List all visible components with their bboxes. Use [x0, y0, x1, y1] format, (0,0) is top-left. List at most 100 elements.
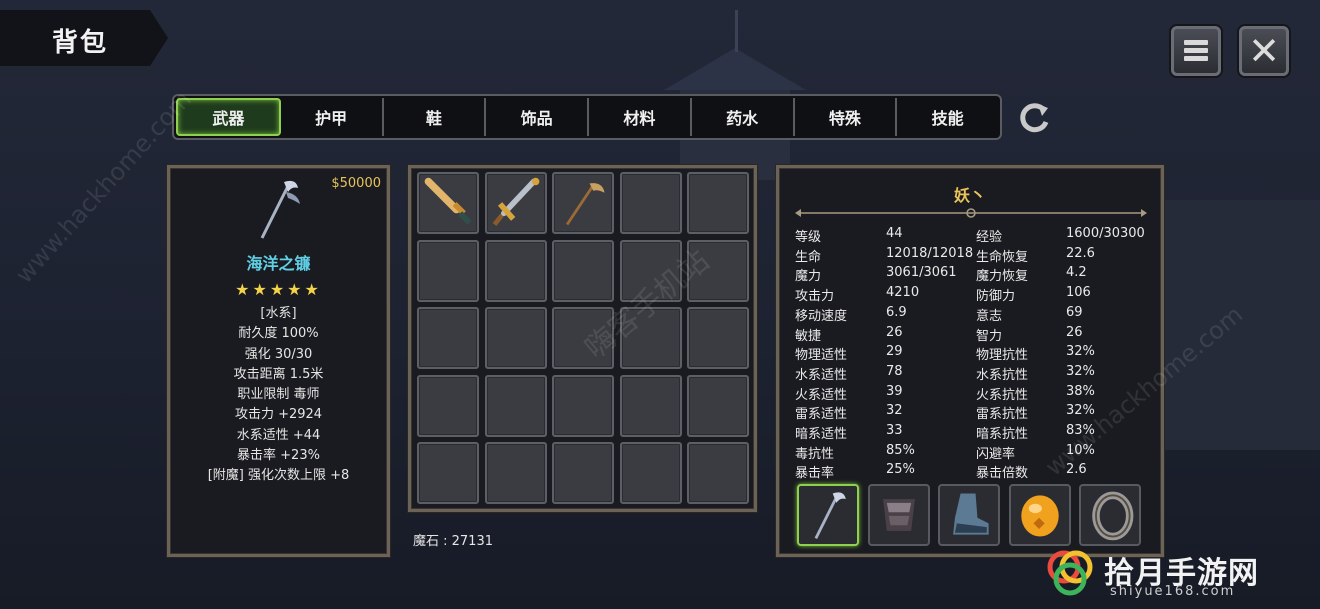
stat-value: 6.9 [886, 304, 907, 320]
inventory-slot[interactable] [417, 172, 479, 234]
stat-value: 32% [1066, 403, 1095, 419]
stat-value: 44 [886, 226, 903, 241]
inventory-panel [408, 165, 757, 512]
menu-button[interactable] [1171, 26, 1221, 76]
stat-label: 水系适性 [795, 367, 848, 383]
chest-armor-icon [870, 486, 928, 548]
scythe-icon [554, 174, 612, 236]
inventory-slot[interactable] [552, 442, 614, 504]
castle-wall-silhouette [1165, 200, 1320, 450]
inventory-slot[interactable] [484, 239, 547, 302]
inventory-slot[interactable] [619, 442, 682, 504]
character-stats-panel: 妖丶 等级 44 经验 1600/30300 生命 12018/12018 生命恢复 22.6… [776, 165, 1164, 557]
item-price: $50000 [331, 176, 381, 191]
stat-label: 物理抗性 [976, 348, 1029, 364]
item-attribute: 攻击力 +2924 [234, 407, 323, 423]
equipment-slot[interactable] [797, 484, 859, 546]
stat-label: 魔力 [795, 269, 822, 285]
tab-accessories[interactable]: 饰品 [486, 98, 589, 136]
inventory-slot[interactable] [552, 307, 614, 369]
stat-label: 雷系抗性 [976, 407, 1029, 423]
stat-label: 智力 [976, 328, 1003, 344]
sea-scythe-icon [260, 180, 300, 239]
refresh-icon[interactable] [1014, 98, 1054, 138]
equipment-slot[interactable] [938, 484, 1000, 546]
stat-label: 物理适性 [795, 348, 848, 364]
stat-label: 闪避率 [976, 446, 1016, 462]
mana-stone-count: 魔石 : 27131 [413, 534, 493, 549]
stat-label: 攻击力 [795, 289, 835, 305]
inventory-slot[interactable] [484, 307, 547, 369]
inventory-slot[interactable] [687, 374, 749, 437]
stat-label: 经验 [976, 230, 1003, 245]
item-attribute: 攻击距离 1.5米 [233, 366, 324, 382]
stat-label: 生命 [795, 249, 822, 265]
stat-label: 火系适性 [795, 387, 848, 403]
amber-gem-icon [1011, 486, 1069, 548]
inventory-slot[interactable] [484, 442, 547, 504]
inventory-slot[interactable] [484, 172, 547, 234]
page-title: 背包 [52, 28, 109, 58]
inventory-slot[interactable] [619, 307, 682, 369]
close-button[interactable]: ✕ [1239, 26, 1289, 76]
inventory-slot[interactable] [417, 442, 479, 504]
tab-materials[interactable]: 材料 [589, 98, 692, 136]
stat-value: 29 [886, 344, 903, 360]
stat-value: 2.6 [1066, 462, 1087, 478]
inventory-slot[interactable] [619, 239, 682, 302]
item-attribute: [附魔] 强化次数上限 +8 [207, 468, 350, 484]
stat-label: 生命恢复 [976, 249, 1029, 265]
inventory-slot[interactable] [417, 239, 479, 302]
stat-value: 22.6 [1066, 245, 1095, 261]
stat-value: 85% [886, 442, 915, 458]
stat-value: 25% [886, 462, 915, 478]
inventory-slot[interactable] [687, 442, 749, 504]
inventory-slot[interactable] [552, 172, 614, 234]
item-attribute: 耐久度 100% [238, 326, 319, 342]
inventory-slot[interactable] [417, 307, 479, 369]
castle-roof-silhouette [664, 48, 806, 90]
inventory-slot[interactable] [619, 172, 682, 234]
stat-value: 32 [886, 403, 903, 419]
tab-armor[interactable]: 护甲 [281, 98, 384, 136]
tab-skills[interactable]: 技能 [897, 98, 998, 136]
stat-label: 移动速度 [795, 308, 848, 324]
equipment-slot[interactable] [867, 484, 930, 548]
character-name: 妖丶 [953, 186, 986, 205]
stat-value: 69 [1066, 304, 1083, 320]
inventory-slot[interactable] [687, 239, 749, 302]
item-attribute: 水系适性 +44 [236, 427, 321, 443]
stat-value: 32% [1066, 344, 1095, 360]
tab-shoes[interactable]: 鞋 [384, 98, 487, 136]
equipment-slot[interactable] [1079, 484, 1141, 546]
inventory-slot[interactable] [552, 374, 614, 437]
inventory-slot[interactable] [417, 374, 479, 437]
item-attribute: [水系] [260, 306, 297, 321]
stat-label: 暗系适性 [795, 427, 848, 442]
wooden-sword-icon [419, 174, 477, 236]
tab-special[interactable]: 特殊 [795, 98, 898, 136]
site-domain: shiyue168.com [1110, 584, 1236, 599]
item-attribute: 职业限制 毒师 [237, 387, 320, 403]
inventory-slot[interactable] [619, 374, 682, 437]
stat-value: 32% [1066, 363, 1095, 379]
stat-value: 106 [1066, 285, 1091, 301]
ornament-divider [795, 208, 1147, 218]
stat-value: 38% [1066, 383, 1095, 399]
stat-value: 78 [886, 363, 903, 379]
inventory-slot[interactable] [687, 307, 749, 369]
inventory-slot[interactable] [484, 374, 547, 437]
stat-value: 39 [886, 383, 903, 399]
stat-label: 毒抗性 [795, 446, 835, 462]
inventory-slot[interactable] [552, 239, 614, 302]
tab-weapons[interactable]: 武器 [176, 98, 281, 136]
equipment-slot[interactable] [1008, 484, 1071, 548]
ring-icon [1081, 486, 1139, 548]
item-attribute: 暴击率 +23% [237, 448, 320, 464]
stat-value: 4210 [886, 285, 920, 301]
item-attribute-list: [水系] 耐久度 100% 强化 30/30 攻击距离 1.5米 职业限制 毒师… [170, 304, 387, 487]
inventory-slot[interactable] [687, 172, 749, 234]
stat-value: 10% [1066, 442, 1095, 458]
stat-label: 意志 [976, 308, 1003, 324]
tab-potions[interactable]: 药水 [692, 98, 795, 136]
